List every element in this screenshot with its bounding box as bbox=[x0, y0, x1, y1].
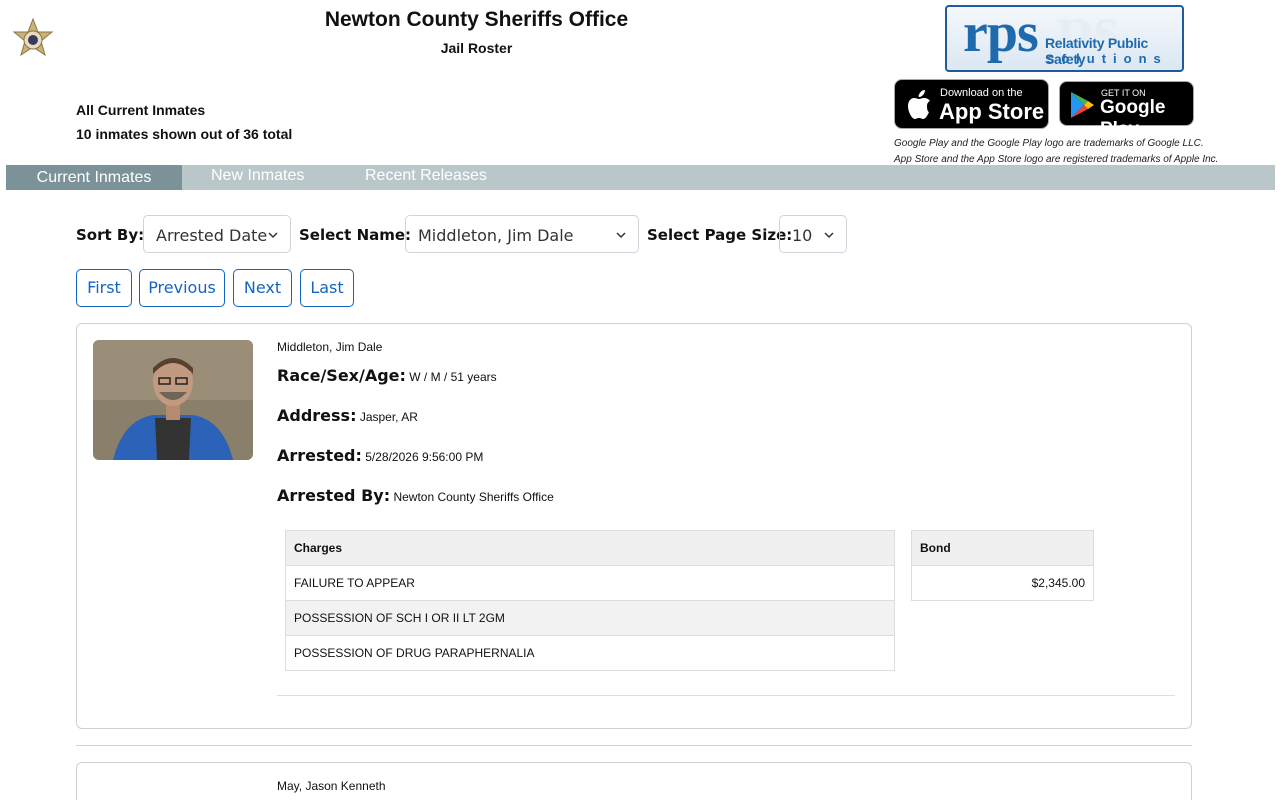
inmate-card: Middleton, Jim Dale Race/Sex/Age: W / M … bbox=[76, 323, 1192, 729]
google-play-badge[interactable]: GET IT ON Google Play bbox=[1059, 81, 1194, 140]
app-store-badge[interactable]: Download on the App Store bbox=[894, 79, 1049, 129]
arrested-by-value: Newton County Sheriffs Office bbox=[393, 490, 554, 504]
charges-header: Charges bbox=[285, 530, 895, 566]
roster-heading: All Current Inmates bbox=[76, 102, 206, 118]
charges-table: Charges FAILURE TO APPEAR POSSESSION OF … bbox=[285, 530, 895, 671]
apple-trademark-note: App Store and the App Store logo are reg… bbox=[894, 154, 1219, 165]
roster-tab-bar: Current Inmates New Inmates Recent Relea… bbox=[6, 165, 1275, 190]
first-page-button[interactable]: First bbox=[76, 269, 132, 307]
sort-by-value: Arrested Date bbox=[156, 226, 268, 245]
tab-new-inmates[interactable]: New Inmates bbox=[211, 163, 304, 188]
inmate-name: May, Jason Kenneth bbox=[277, 779, 386, 793]
bond-cell: $2,345.00 bbox=[911, 565, 1094, 601]
select-name-label: Select Name: bbox=[299, 226, 412, 244]
arrested-field: Arrested: 5/28/2026 9:56:00 PM bbox=[277, 446, 483, 465]
app-store-small-text: Download on the bbox=[940, 87, 1023, 99]
bond-header: Bond bbox=[911, 530, 1094, 566]
app-store-large-text: App Store bbox=[939, 99, 1045, 124]
google-play-icon bbox=[1071, 92, 1094, 118]
charge-cell: POSSESSION OF SCH I OR II LT 2GM bbox=[285, 600, 895, 636]
select-name-select[interactable]: Middleton, Jim Dale bbox=[405, 215, 639, 253]
race-sex-age-value: W / M / 51 years bbox=[409, 370, 497, 384]
race-sex-age-label: Race/Sex/Age: bbox=[277, 366, 406, 385]
rps-logo-line2: solutions bbox=[1047, 51, 1168, 66]
chevron-down-icon bbox=[824, 232, 834, 239]
arrested-label: Arrested: bbox=[277, 446, 362, 465]
address-field: Address: Jasper, AR bbox=[277, 406, 418, 425]
bond-table: Bond $2,345.00 bbox=[911, 530, 1094, 601]
inmate-count: 10 inmates shown out of 36 total bbox=[76, 126, 293, 142]
arrested-by-label: Arrested By: bbox=[277, 486, 391, 505]
card-separator bbox=[76, 745, 1192, 746]
arrested-value: 5/28/2026 9:56:00 PM bbox=[365, 450, 484, 464]
tab-current-inmates[interactable]: Current Inmates bbox=[6, 165, 182, 190]
charge-cell: POSSESSION OF DRUG PARAPHERNALIA bbox=[285, 635, 895, 671]
page-size-label: Select Page Size: bbox=[647, 226, 793, 244]
rps-logo[interactable]: ps rps Relativity Public Safety solution… bbox=[945, 5, 1184, 72]
chevron-down-icon bbox=[268, 232, 278, 239]
page-subtitle: Jail Roster bbox=[440, 40, 513, 56]
last-page-button[interactable]: Last bbox=[300, 269, 354, 307]
charge-cell: FAILURE TO APPEAR bbox=[285, 565, 895, 601]
tab-recent-releases[interactable]: Recent Releases bbox=[365, 163, 487, 188]
page-title: Newton County Sheriffs Office bbox=[324, 8, 629, 31]
inmate-name: Middleton, Jim Dale bbox=[277, 340, 383, 354]
rps-logo-text: rps bbox=[963, 5, 1039, 64]
page-size-select[interactable]: 10 bbox=[779, 215, 847, 253]
race-sex-age-field: Race/Sex/Age: W / M / 51 years bbox=[277, 366, 497, 385]
google-play-large-text: Google Play bbox=[1100, 97, 1166, 140]
address-value: Jasper, AR bbox=[359, 410, 418, 424]
previous-page-button[interactable]: Previous bbox=[139, 269, 225, 307]
arrested-by-field: Arrested By: Newton County Sheriffs Offi… bbox=[277, 486, 554, 505]
inmate-photo bbox=[93, 340, 253, 460]
sort-by-select[interactable]: Arrested Date bbox=[143, 215, 291, 253]
next-page-button[interactable]: Next bbox=[233, 269, 292, 307]
chevron-down-icon bbox=[616, 232, 626, 239]
apple-icon bbox=[908, 90, 930, 119]
address-label: Address: bbox=[277, 406, 357, 425]
select-name-value: Middleton, Jim Dale bbox=[418, 226, 574, 245]
google-trademark-note: Google Play and the Google Play logo are… bbox=[894, 138, 1204, 149]
page-size-value: 10 bbox=[792, 226, 813, 245]
inmate-card: May, Jason Kenneth bbox=[76, 762, 1192, 800]
sort-by-label: Sort By: bbox=[76, 226, 145, 244]
card-divider bbox=[277, 695, 1175, 696]
